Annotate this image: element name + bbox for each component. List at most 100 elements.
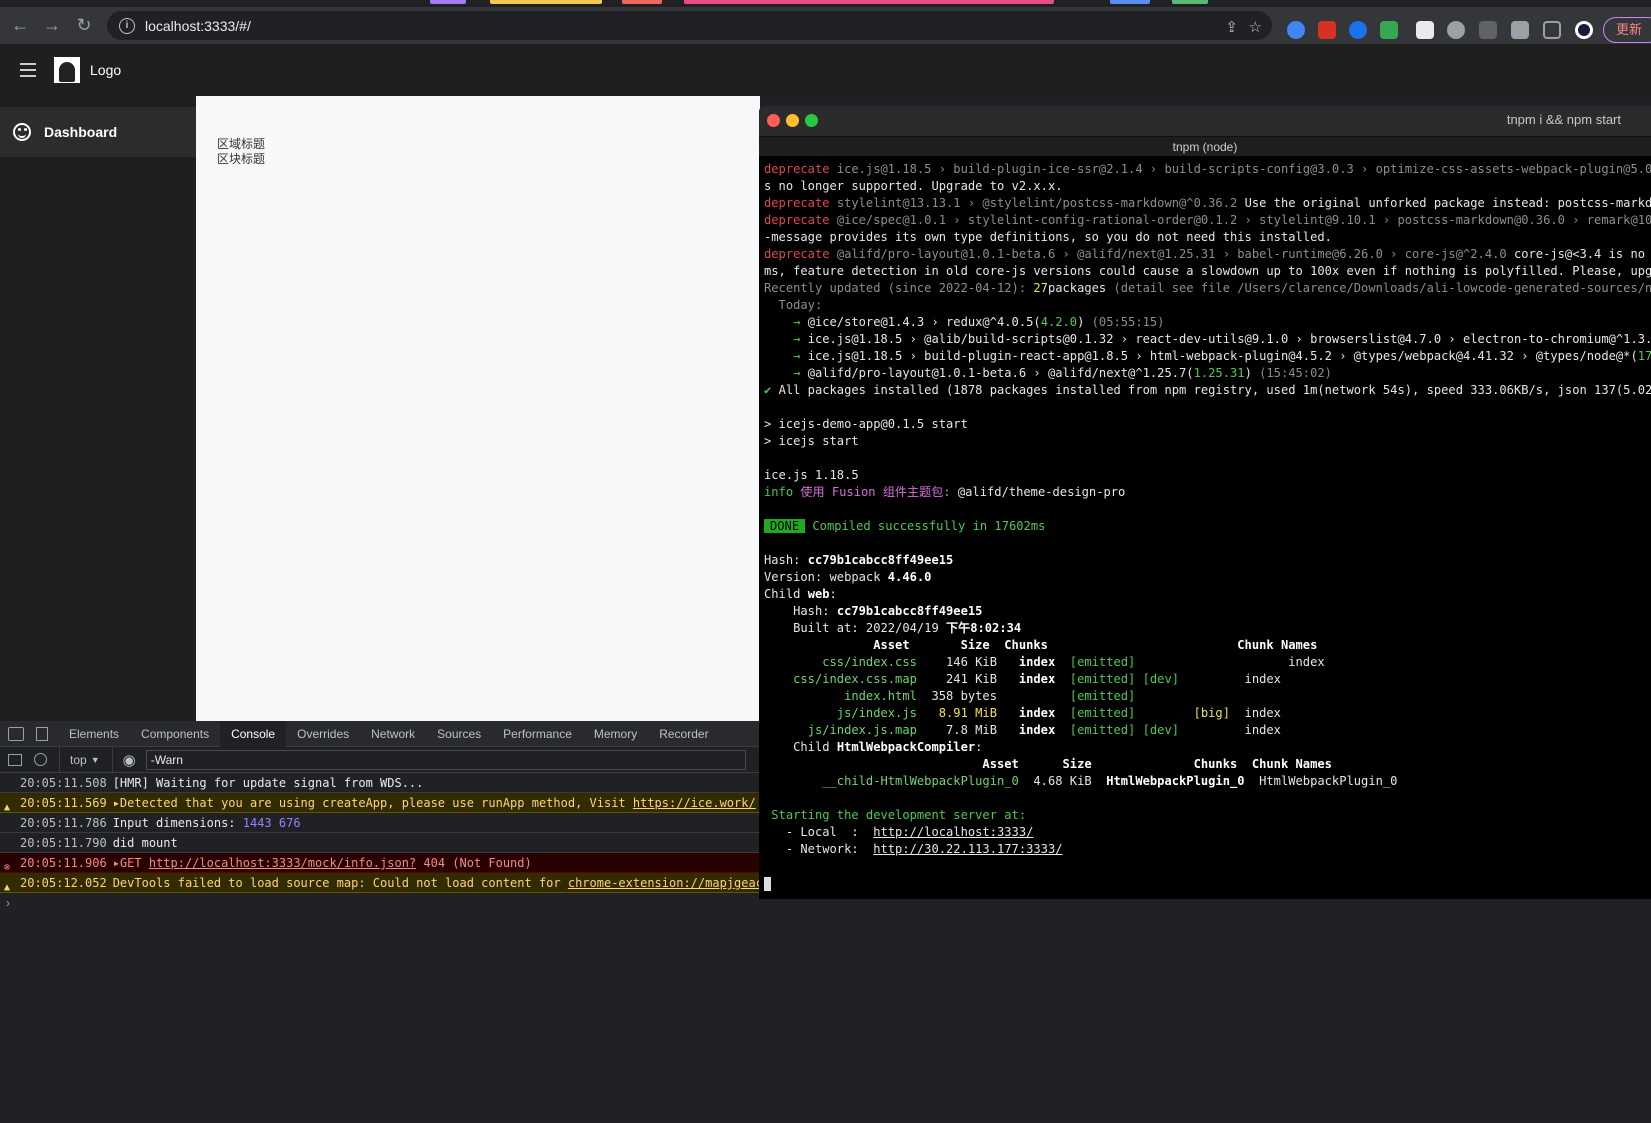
extension-icon[interactable]	[1380, 21, 1398, 39]
terminal-line: → ice.js@1.18.5 › @alib/build-scripts@0.…	[764, 331, 1651, 348]
terminal-text: css/index.css	[822, 655, 917, 669]
terminal-text: deprecate	[764, 196, 837, 210]
tab-components[interactable]: Components	[130, 721, 220, 747]
back-icon[interactable]: ←	[8, 14, 32, 38]
sidebar-item-dashboard[interactable]: Dashboard	[0, 107, 196, 157]
terminal-text: Built at: 2022/04/19	[764, 621, 947, 635]
extension-icon[interactable]	[1349, 21, 1367, 39]
terminal-text: @alifd/pro-layout@1.0.1-beta.6 › @alifd/…	[836, 247, 1514, 261]
terminal-line: Starting the development server at:	[764, 807, 1651, 824]
terminal-line: → ice.js@1.18.5 › build-plugin-react-app…	[764, 348, 1651, 365]
terminal-line: Today:	[764, 297, 1651, 314]
extension-icon[interactable]	[1287, 21, 1305, 39]
side-panel-icon[interactable]	[1543, 21, 1561, 39]
terminal-text: (05:55:15)	[1091, 315, 1165, 329]
terminal-text: →	[764, 349, 808, 363]
maximize-window-icon[interactable]	[805, 114, 818, 127]
terminal-line: Recently updated (since 2022-04-12): 27p…	[764, 280, 1651, 297]
tab-recorder[interactable]: Recorder	[648, 721, 719, 747]
terminal-line: → @ice/store@1.4.3 › redux@^4.0.5(4.2.0)…	[764, 314, 1651, 331]
extension-icon[interactable]	[1416, 21, 1434, 39]
tab-memory[interactable]: Memory	[583, 721, 648, 747]
site-info-icon[interactable]: i	[119, 17, 135, 34]
puzzle-icon[interactable]	[1511, 21, 1529, 39]
terminal-line: - Local : http://localhost:3333/	[764, 824, 1651, 841]
extension-icon[interactable]	[1447, 21, 1465, 39]
profile-avatar-icon[interactable]	[1575, 21, 1593, 39]
address-bar[interactable]: i localhost:3333/#/ ⇪ ☆	[107, 11, 1272, 40]
forward-icon[interactable]: →	[40, 14, 64, 38]
terminal-text: Compiled successfully in 17602ms	[805, 519, 1046, 533]
extension-icon[interactable]	[1318, 21, 1336, 39]
console-link[interactable]: http://localhost:3333/mock/info.json?	[149, 856, 416, 870]
tab-network[interactable]: Network	[360, 721, 426, 747]
terminal-tab[interactable]: tnpm (node)	[759, 136, 1651, 156]
console-text: ▸Detected that you are using createApp, …	[112, 796, 633, 810]
tab-indicator[interactable]	[1110, 0, 1150, 4]
terminal-line: js/index.js 8.91 MiB index [emitted] [bi…	[764, 705, 1651, 722]
terminal-text: Hash:	[764, 604, 837, 618]
terminal-text: index	[1018, 723, 1056, 737]
minimize-window-icon[interactable]	[786, 114, 799, 127]
context-select[interactable]: top	[70, 753, 87, 767]
terminal-text: __child-HtmlWebpackPlugin_0	[822, 774, 1019, 788]
terminal-text: > icejs-demo-app@0.1.5 start	[764, 417, 968, 431]
console-filter-input[interactable]	[145, 749, 746, 770]
terminal-output[interactable]: deprecate ice.js@1.18.5 › build-plugin-i…	[759, 156, 1651, 892]
terminal-text: 27	[1033, 281, 1048, 295]
terminal-text: - Network:	[764, 842, 874, 856]
terminal-text: [emitted] [dev]	[1055, 672, 1180, 686]
terminal-line: Hash: cc79b1cabcc8ff49ee15	[764, 603, 1651, 620]
terminal-text: →	[764, 315, 808, 329]
terminal-text: DONE	[764, 519, 806, 533]
tab-console[interactable]: Console	[220, 720, 287, 747]
tab-indicator[interactable]	[684, 0, 1054, 4]
tab-indicator[interactable]	[1172, 0, 1208, 4]
tab-indicator[interactable]	[430, 0, 466, 4]
terminal-line: s no longer supported. Upgrade to v2.x.x…	[764, 178, 1651, 195]
device-toolbar-icon[interactable]	[36, 726, 48, 741]
terminal-text[interactable]: http://localhost:3333/	[873, 825, 1033, 839]
tab-overrides[interactable]: Overrides	[286, 721, 360, 747]
terminal-text: cc79b1cabcc8ff49ee15	[807, 553, 954, 567]
eye-icon[interactable]: ◉	[123, 751, 136, 769]
tab-performance[interactable]: Performance	[492, 721, 583, 747]
tab-sources[interactable]: Sources	[426, 721, 492, 747]
console-text: 20:05:12.052	[20, 876, 107, 890]
update-button[interactable]: 更新	[1603, 17, 1651, 43]
sidebar-toggle-icon[interactable]	[8, 753, 22, 766]
terminal-line: deprecate ice.js@1.18.5 › build-plugin-i…	[764, 161, 1651, 178]
console-text: ▸GET	[112, 856, 149, 870]
terminal-text[interactable]: http://30.22.113.177:3333/	[873, 842, 1062, 856]
clear-console-icon[interactable]	[34, 753, 47, 766]
console-link[interactable]: https://ice.work/	[633, 796, 756, 810]
console-text: Input dimensions:	[112, 816, 243, 830]
url-text[interactable]: localhost:3333/#/	[145, 18, 251, 34]
reload-icon[interactable]: ↻	[72, 14, 96, 38]
inspect-element-icon[interactable]	[8, 726, 24, 741]
terminal-text: css/index.css.map	[793, 672, 917, 686]
terminal-text: 146 KiB	[916, 655, 1019, 669]
terminal-text: ms, feature detection in old core-js ver…	[764, 264, 1651, 278]
console-text: 20:05:11.508	[20, 776, 107, 790]
terminal-line: css/index.css 146 KiB index [emitted] in…	[764, 654, 1651, 671]
terminal-text: 358 bytes	[916, 689, 1070, 703]
tab-indicator[interactable]	[490, 0, 602, 4]
terminal-line: index.html 358 bytes [emitted]	[764, 688, 1651, 705]
bookmark-star-icon[interactable]: ☆	[1249, 18, 1262, 36]
console-text: did mount	[112, 836, 178, 850]
tab-indicator[interactable]	[622, 0, 662, 4]
terminal-text: HtmlWebpackPlugin_0	[1244, 774, 1398, 788]
extension-icon[interactable]	[1479, 21, 1497, 39]
close-window-icon[interactable]	[767, 114, 780, 127]
tab-elements[interactable]: Elements	[58, 721, 130, 747]
menu-toggle-icon[interactable]	[20, 63, 36, 77]
terminal-text: Recently updated (since 2022-04-12):	[764, 281, 1034, 295]
terminal-text: stylelint@13.13.1 › @stylelint/postcss-m…	[836, 196, 1245, 210]
share-icon[interactable]: ⇪	[1225, 18, 1238, 36]
terminal-text: @alifd/theme-design-pro	[957, 485, 1126, 499]
terminal-text: - Local :	[764, 825, 874, 839]
terminal-text: 1.25.31	[1193, 366, 1245, 380]
